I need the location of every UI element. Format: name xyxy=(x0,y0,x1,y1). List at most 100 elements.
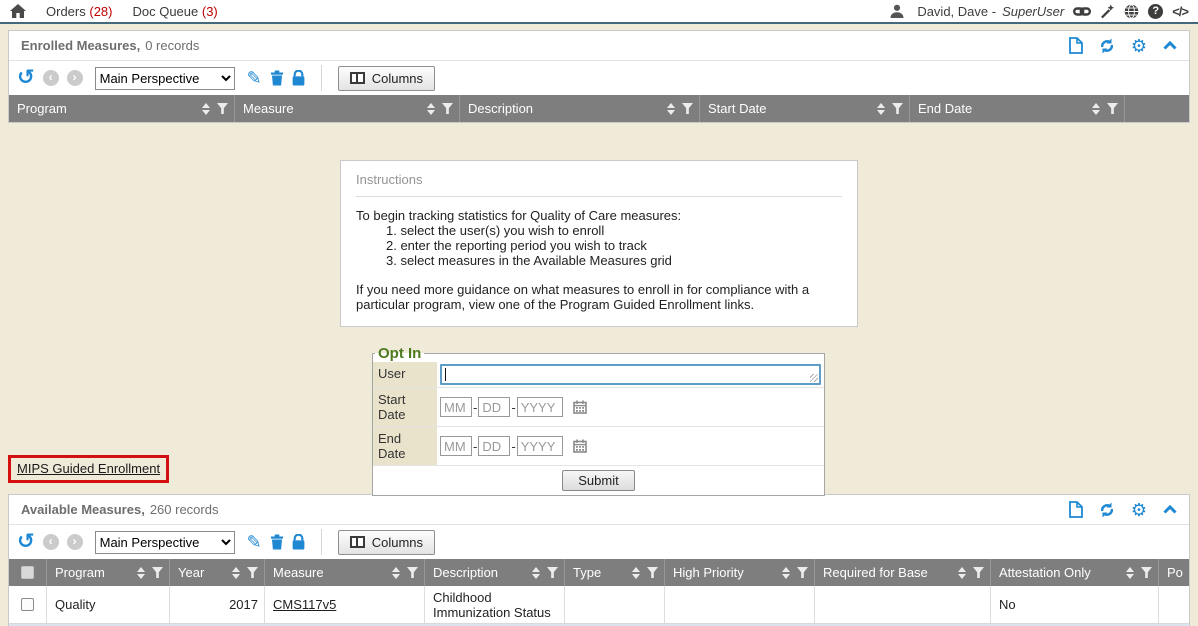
delete-perspective-icon[interactable] xyxy=(270,534,284,550)
start-year-input[interactable] xyxy=(517,397,563,417)
column-header-description[interactable]: Description xyxy=(424,559,564,586)
column-header-year[interactable]: Year xyxy=(169,559,264,586)
code-icon[interactable]: </> xyxy=(1172,4,1188,19)
gear-icon[interactable]: ⚙ xyxy=(1131,502,1147,518)
sort-icon[interactable] xyxy=(202,103,210,115)
column-header-description[interactable]: Description xyxy=(459,95,699,122)
filter-icon[interactable] xyxy=(892,103,903,114)
filter-icon[interactable] xyxy=(407,567,418,578)
column-header-required-for-base[interactable]: Required for Base xyxy=(814,559,990,586)
column-header-program[interactable]: Program xyxy=(9,95,234,122)
filter-icon[interactable] xyxy=(973,567,984,578)
filter-icon[interactable] xyxy=(152,567,163,578)
column-header-measure[interactable]: Measure xyxy=(234,95,459,122)
refresh-icon[interactable] xyxy=(1099,502,1115,518)
collapse-icon[interactable] xyxy=(1163,41,1177,50)
column-header-points[interactable]: Points xyxy=(1158,559,1189,586)
sort-icon[interactable] xyxy=(632,567,640,579)
start-day-input[interactable] xyxy=(478,397,510,417)
next-perspective-button[interactable]: › xyxy=(67,70,83,86)
column-header-end-date[interactable]: End Date xyxy=(909,95,1124,122)
filter-icon[interactable] xyxy=(247,567,258,578)
column-header-high-priority[interactable]: High Priority xyxy=(664,559,814,586)
column-label: Description xyxy=(433,565,525,580)
new-document-icon[interactable] xyxy=(1069,501,1083,518)
next-perspective-button[interactable]: › xyxy=(67,534,83,550)
start-date-label: Start Date xyxy=(373,388,437,426)
end-year-input[interactable] xyxy=(517,436,563,456)
sort-icon[interactable] xyxy=(137,567,145,579)
user-icon xyxy=(890,4,904,18)
columns-button[interactable]: Columns xyxy=(338,530,435,555)
wand-icon[interactable] xyxy=(1100,4,1115,19)
nav-doc-queue[interactable]: Doc Queue (3) xyxy=(132,4,217,19)
undo-icon[interactable]: ↺ xyxy=(17,532,35,552)
delete-perspective-icon[interactable] xyxy=(270,70,284,86)
filter-icon[interactable] xyxy=(1141,567,1152,578)
filter-icon[interactable] xyxy=(547,567,558,578)
sort-icon[interactable] xyxy=(427,103,435,115)
column-header-start-date[interactable]: Start Date xyxy=(699,95,909,122)
refresh-icon[interactable] xyxy=(1099,38,1115,54)
sort-icon[interactable] xyxy=(1092,103,1100,115)
opt-in-form: Opt In User Start Date - - xyxy=(372,345,825,496)
new-document-icon[interactable] xyxy=(1069,37,1083,54)
sort-icon[interactable] xyxy=(392,567,400,579)
cell-points xyxy=(1158,586,1189,623)
filter-icon[interactable] xyxy=(647,567,658,578)
help-icon[interactable]: ? xyxy=(1148,4,1163,19)
link-icon[interactable] xyxy=(1073,5,1091,18)
columns-icon xyxy=(350,72,365,84)
filter-icon[interactable] xyxy=(682,103,693,114)
mips-guided-enrollment-link[interactable]: MIPS Guided Enrollment xyxy=(17,461,160,476)
filter-icon[interactable] xyxy=(217,103,228,114)
edit-perspective-icon[interactable]: ✎ xyxy=(247,532,262,553)
instructions-box: Instructions To begin tracking statistic… xyxy=(340,160,858,327)
edit-perspective-icon[interactable]: ✎ xyxy=(247,68,262,89)
date-separator: - xyxy=(511,400,515,415)
sort-icon[interactable] xyxy=(1126,567,1134,579)
home-icon[interactable] xyxy=(10,4,26,18)
mips-annotation-box: MIPS Guided Enrollment xyxy=(8,455,169,483)
cell-required-for-base xyxy=(814,586,990,623)
lock-icon[interactable] xyxy=(292,70,305,86)
sort-icon[interactable] xyxy=(877,103,885,115)
column-header-attestation-only[interactable]: Attestation Only xyxy=(990,559,1158,586)
column-header-measure[interactable]: Measure xyxy=(264,559,424,586)
calendar-icon[interactable] xyxy=(573,400,587,414)
cell-high-priority xyxy=(664,586,814,623)
submit-button[interactable]: Submit xyxy=(562,470,634,491)
sort-icon[interactable] xyxy=(667,103,675,115)
nav-orders[interactable]: Orders (28) xyxy=(46,4,112,19)
column-header-program[interactable]: Program xyxy=(46,559,169,586)
instructions-intro: To begin tracking statistics for Quality… xyxy=(356,208,842,223)
resize-grip[interactable] xyxy=(810,374,818,382)
sort-icon[interactable] xyxy=(958,567,966,579)
sort-icon[interactable] xyxy=(232,567,240,579)
columns-button[interactable]: Columns xyxy=(338,66,435,91)
filter-icon[interactable] xyxy=(442,103,453,114)
prev-perspective-button[interactable]: ‹ xyxy=(43,534,59,550)
calendar-icon[interactable] xyxy=(573,439,587,453)
select-all-checkbox[interactable] xyxy=(21,566,34,579)
undo-icon[interactable]: ↺ xyxy=(17,68,35,88)
perspective-select[interactable]: Main Perspective xyxy=(95,531,235,554)
sort-icon[interactable] xyxy=(532,567,540,579)
measure-link[interactable]: CMS117v5 xyxy=(273,597,336,612)
filter-icon[interactable] xyxy=(1107,103,1118,114)
filter-icon[interactable] xyxy=(797,567,808,578)
collapse-icon[interactable] xyxy=(1163,505,1177,514)
column-label: Attestation Only xyxy=(999,565,1119,580)
end-day-input[interactable] xyxy=(478,436,510,456)
column-header-type[interactable]: Type xyxy=(564,559,664,586)
user-input[interactable] xyxy=(440,364,821,385)
gear-icon[interactable]: ⚙ xyxy=(1131,38,1147,54)
prev-perspective-button[interactable]: ‹ xyxy=(43,70,59,86)
row-checkbox[interactable] xyxy=(21,598,34,611)
end-month-input[interactable] xyxy=(440,436,472,456)
sort-icon[interactable] xyxy=(782,567,790,579)
lock-icon[interactable] xyxy=(292,534,305,550)
globe-icon[interactable] xyxy=(1124,4,1139,19)
start-month-input[interactable] xyxy=(440,397,472,417)
perspective-select[interactable]: Main Perspective xyxy=(95,67,235,90)
